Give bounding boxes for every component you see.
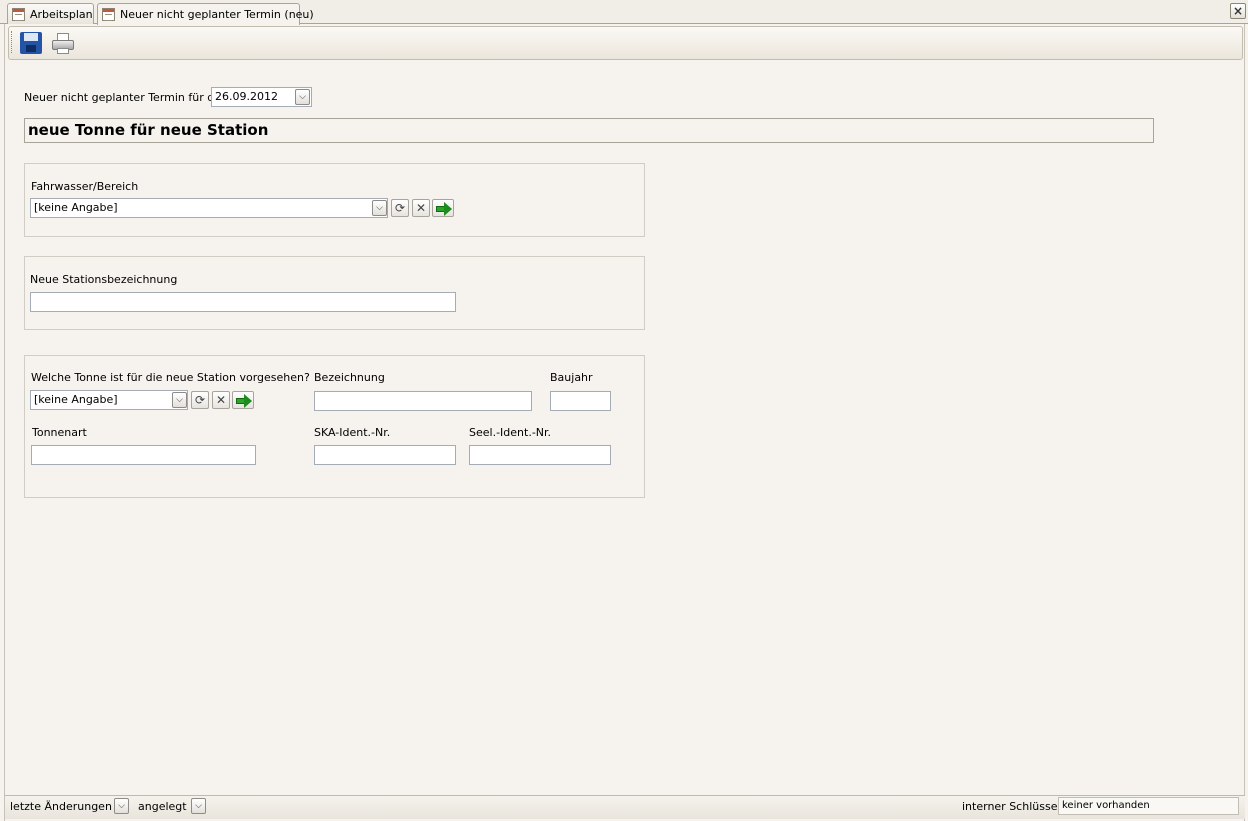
tonnenart-input[interactable] xyxy=(31,445,256,465)
tab-neuer-termin[interactable]: Neuer nicht geplanter Termin (neu) xyxy=(97,3,314,25)
letzte-aenderungen-label: letzte Änderungen xyxy=(10,800,112,813)
save-icon[interactable] xyxy=(18,30,44,56)
calendar-icon xyxy=(102,8,115,21)
seel-input[interactable] xyxy=(469,445,611,465)
refresh-icon[interactable]: ⟳ xyxy=(191,391,209,409)
ska-input[interactable] xyxy=(314,445,456,465)
letzte-aenderungen-dropdown[interactable]: ⌵ xyxy=(114,798,129,814)
date-dropdown-button[interactable]: ⌵ xyxy=(295,89,310,105)
navigate-arrow-icon[interactable] xyxy=(432,199,454,217)
fahrwasser-dropdown-button[interactable]: ⌵ xyxy=(372,200,387,216)
angelegt-dropdown[interactable]: ⌵ xyxy=(191,798,206,814)
station-input[interactable] xyxy=(30,292,456,312)
date-value: 26.09.2012 xyxy=(215,90,278,103)
bezeichnung-label: Bezeichnung xyxy=(314,371,385,384)
calendar-icon xyxy=(12,7,25,21)
toolbar xyxy=(8,26,1243,60)
baujahr-label: Baujahr xyxy=(550,371,593,384)
baujahr-input[interactable] xyxy=(550,391,611,411)
fahrwasser-label: Fahrwasser/Bereich xyxy=(31,180,139,193)
tonne-value: [keine Angabe] xyxy=(34,393,118,406)
tab-label: Neuer nicht geplanter Termin (neu) xyxy=(120,8,314,21)
ska-label: SKA-Ident.-Nr. xyxy=(314,426,391,439)
seel-label: Seel.-Ident.-Nr. xyxy=(469,426,552,439)
clear-icon[interactable]: ✕ xyxy=(412,199,430,217)
fahrwasser-select[interactable]: [keine Angabe] xyxy=(30,198,388,218)
tonne-dropdown-button[interactable]: ⌵ xyxy=(172,392,187,408)
toolbar-grip xyxy=(11,31,14,53)
date-label: Neuer nicht geplanter Termin für den xyxy=(24,91,228,104)
tonne-select[interactable]: [keine Angabe] xyxy=(30,390,188,410)
print-icon[interactable] xyxy=(50,30,76,56)
navigate-arrow-icon[interactable] xyxy=(232,391,254,409)
refresh-icon[interactable]: ⟳ xyxy=(391,199,409,217)
interner-schluessel-label: interner Schlüssel xyxy=(962,800,1061,813)
clear-icon[interactable]: ✕ xyxy=(212,391,230,409)
tab-label: Arbeitsplan xyxy=(30,7,93,21)
fahrwasser-value: [keine Angabe] xyxy=(34,201,118,214)
close-tab-button[interactable]: × xyxy=(1230,3,1246,19)
interner-schluessel-field: keiner vorhanden xyxy=(1058,797,1239,815)
bezeichnung-input[interactable] xyxy=(314,391,532,411)
page-title: neue Tonne für neue Station xyxy=(24,118,1154,143)
tonnenart-label: Tonnenart xyxy=(32,426,87,439)
station-label: Neue Stationsbezeichnung xyxy=(30,273,178,286)
tonne-question-label: Welche Tonne ist für die neue Station vo… xyxy=(31,371,310,384)
angelegt-label: angelegt xyxy=(138,800,187,813)
tab-arbeitsplan[interactable]: Arbeitsplan xyxy=(7,3,94,24)
